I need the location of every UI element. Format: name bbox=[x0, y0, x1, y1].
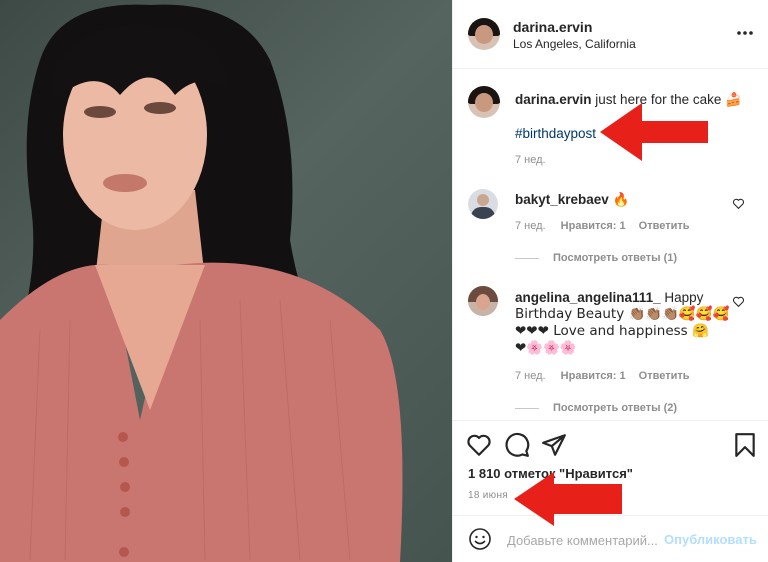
comment-2-line-2: Birthday Beauty 👏🏽👏🏽👏🏽🥰🥰🥰 bbox=[515, 306, 730, 322]
comment-reply-button[interactable]: Ответить bbox=[639, 220, 690, 232]
comment-2-line-1: angelina_angelina111_ Happy bbox=[515, 289, 735, 306]
caption-author[interactable]: darina.ervin bbox=[515, 92, 592, 107]
view-replies-label: Посмотреть ответы (1) bbox=[553, 252, 678, 264]
bookmark-icon[interactable] bbox=[732, 432, 758, 458]
comment-2-line-3: ❤❤❤ Love and happiness 🤗 bbox=[515, 323, 709, 339]
comment-1-line: bakyt_krebaev 🔥 bbox=[515, 191, 629, 209]
annotation-arrow-date bbox=[514, 472, 622, 526]
actions-separator bbox=[453, 420, 768, 421]
view-replies-label: Посмотреть ответы (2) bbox=[553, 402, 678, 414]
replies-divider bbox=[515, 257, 539, 259]
emoji-smile-icon[interactable] bbox=[468, 527, 492, 551]
author-avatar[interactable] bbox=[468, 18, 500, 50]
comment-likes[interactable]: Нравится: 1 bbox=[561, 370, 626, 382]
view-replies-button[interactable]: Посмотреть ответы (2) bbox=[515, 402, 677, 414]
comment-text: Happy bbox=[664, 290, 704, 305]
post-date: 18 июня bbox=[468, 490, 509, 501]
view-replies-button[interactable]: Посмотреть ответы (1) bbox=[515, 252, 677, 264]
author-username[interactable]: darina.ervin bbox=[513, 19, 592, 35]
comment-reply-button[interactable]: Ответить bbox=[639, 370, 690, 382]
post-location[interactable]: Los Angeles, California bbox=[513, 37, 636, 51]
caption-hashtag[interactable]: #birthdaypost bbox=[515, 125, 596, 142]
add-comment-input[interactable] bbox=[505, 530, 669, 550]
comment-author[interactable]: bakyt_krebaev bbox=[515, 192, 609, 207]
more-horizontal-icon[interactable] bbox=[737, 30, 753, 36]
post-header: darina.ervin Los Angeles, California bbox=[453, 0, 768, 69]
caption-time[interactable]: 7 нед. bbox=[515, 154, 546, 166]
comment-2-line-4: ❤🌸🌸🌸 bbox=[515, 340, 577, 356]
comment-time[interactable]: 7 нед. bbox=[515, 220, 546, 232]
comment-like-heart-icon[interactable] bbox=[732, 197, 745, 210]
portrait-image bbox=[0, 4, 403, 562]
post-photo[interactable] bbox=[0, 0, 452, 562]
publish-button[interactable]: Опубликовать bbox=[664, 532, 757, 547]
caption-avatar[interactable] bbox=[468, 86, 500, 118]
comment-2-text: angelina_angelina111_ Happy Birthday Bea… bbox=[515, 289, 735, 357]
comment-likes[interactable]: Нравится: 1 bbox=[561, 220, 626, 232]
comment-bubble-icon[interactable] bbox=[504, 432, 530, 458]
comment-author[interactable]: angelina_angelina111_ bbox=[515, 290, 661, 305]
share-send-icon[interactable] bbox=[541, 432, 567, 458]
comment-time[interactable]: 7 нед. bbox=[515, 370, 546, 382]
comment-avatar[interactable] bbox=[468, 286, 498, 316]
comment-meta: 7 нед. Нравится: 1 Ответить bbox=[515, 370, 690, 382]
replies-divider bbox=[515, 407, 539, 409]
comment-avatar[interactable] bbox=[468, 189, 498, 219]
comment-text: 🔥 bbox=[612, 192, 630, 208]
comment-like-heart-icon[interactable] bbox=[732, 295, 745, 308]
comment-meta: 7 нед. Нравится: 1 Ответить bbox=[515, 220, 690, 232]
annotation-arrow-hashtag bbox=[600, 103, 708, 161]
like-heart-icon[interactable] bbox=[466, 432, 492, 458]
